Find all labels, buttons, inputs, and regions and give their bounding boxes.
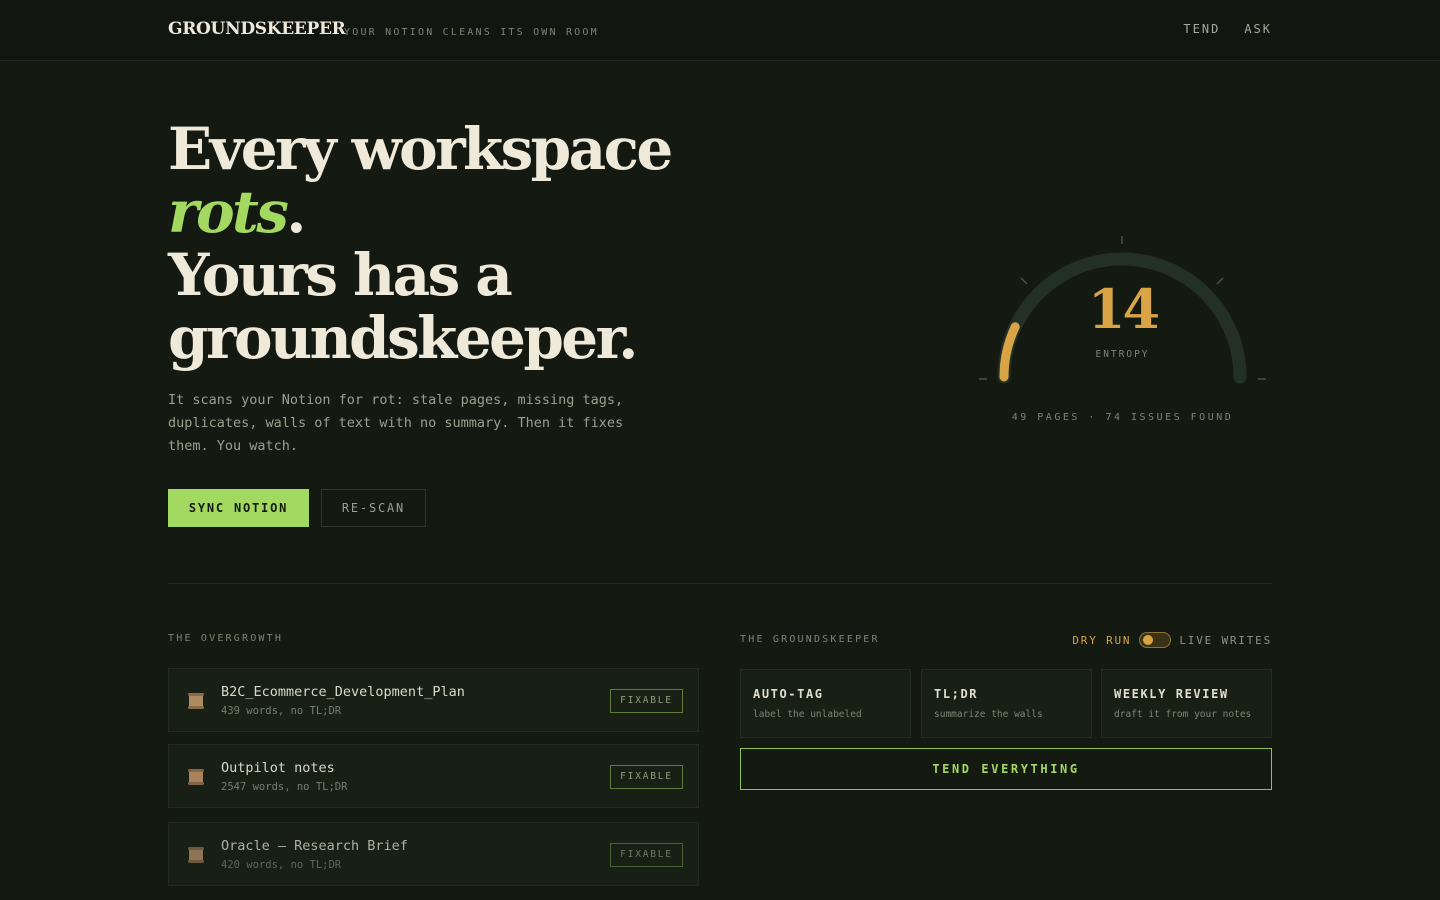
mode-switch-knob	[1143, 635, 1154, 645]
nav-ask[interactable]: ASK	[1244, 22, 1272, 36]
mode-switch[interactable]	[1139, 632, 1172, 648]
fixable-badge[interactable]: FIXABLE	[610, 765, 683, 789]
brand-logo[interactable]: GROUNDSKEEPER	[168, 19, 346, 39]
issue-row[interactable]: Outpilot notes 2547 words, no TL;DR FIXA…	[168, 744, 699, 808]
hero-rots: rots	[168, 178, 289, 246]
hero-line-3: Yours has a	[168, 241, 513, 309]
issue-title: B2C_Ecommerce_Development_Plan	[221, 684, 465, 700]
live-writes-label: LIVE WRITES	[1179, 633, 1272, 647]
hero-line-1: Every workspace	[168, 115, 673, 183]
rescan-button[interactable]: RE-SCAN	[321, 489, 426, 527]
tool-description: label the unlabeled	[753, 709, 862, 720]
tool-name: AUTO-TAG	[753, 687, 824, 701]
tool-name: TL;DR	[934, 687, 979, 701]
fixable-badge[interactable]: FIXABLE	[610, 689, 683, 713]
issue-row[interactable]: B2C_Ecommerce_Development_Plan 439 words…	[168, 668, 699, 732]
issue-title: Oracle — Research Brief	[221, 838, 408, 854]
issue-title: Outpilot notes	[221, 760, 335, 776]
tool-auto-tag[interactable]: AUTO-TAG label the unlabeled	[740, 669, 911, 738]
tool-weekly-review[interactable]: WEEKLY REVIEW draft it from your notes	[1101, 669, 1272, 738]
brand-tagline: YOUR NOTION CLEANS ITS OWN ROOM	[344, 27, 599, 38]
issue-meta: 439 words, no TL;DR	[221, 705, 342, 717]
tool-name: WEEKLY REVIEW	[1114, 687, 1229, 701]
hero-period: .	[286, 178, 306, 246]
scan-summary: 49 PAGES · 74 ISSUES FOUND	[1011, 412, 1234, 423]
tool-tldr[interactable]: TL;DR summarize the walls	[921, 669, 1092, 738]
issue-row[interactable]: Oracle — Research Brief 420 words, no TL…	[168, 822, 699, 886]
nav-tend[interactable]: TEND	[1183, 22, 1220, 36]
entropy-value: 14	[1087, 277, 1160, 341]
issue-meta: 2547 words, no TL;DR	[221, 781, 348, 793]
tend-everything-button[interactable]: TEND EVERYTHING	[740, 748, 1272, 790]
dry-run-label: DRY RUN	[1072, 633, 1132, 647]
scroll-icon	[188, 769, 204, 785]
scroll-icon	[188, 693, 204, 709]
entropy-label: ENTROPY	[1095, 349, 1150, 360]
tool-description: draft it from your notes	[1114, 709, 1252, 720]
top-nav: TEND ASK	[1183, 22, 1272, 36]
write-mode-toggle: DRY RUN LIVE WRITES	[1072, 632, 1272, 648]
top-bar: GROUNDSKEEPER YOUR NOTION CLEANS ITS OWN…	[0, 0, 1440, 61]
issue-meta: 420 words, no TL;DR	[221, 859, 342, 871]
hero-description: It scans your Notion for rot: stale page…	[168, 392, 624, 454]
groundskeeper-heading: THE GROUNDSKEEPER	[740, 634, 880, 645]
hero-headline: Every workspace rots. Yours has a ground…	[168, 118, 688, 370]
section-divider	[168, 583, 1272, 584]
sync-notion-button[interactable]: SYNC NOTION	[168, 489, 309, 527]
fixable-badge[interactable]: FIXABLE	[610, 843, 683, 867]
overgrowth-heading: THE OVERGROWTH	[168, 633, 284, 644]
hero-line-4: groundskeeper.	[168, 304, 638, 372]
tool-description: summarize the walls	[934, 709, 1043, 720]
scroll-icon	[188, 847, 204, 863]
